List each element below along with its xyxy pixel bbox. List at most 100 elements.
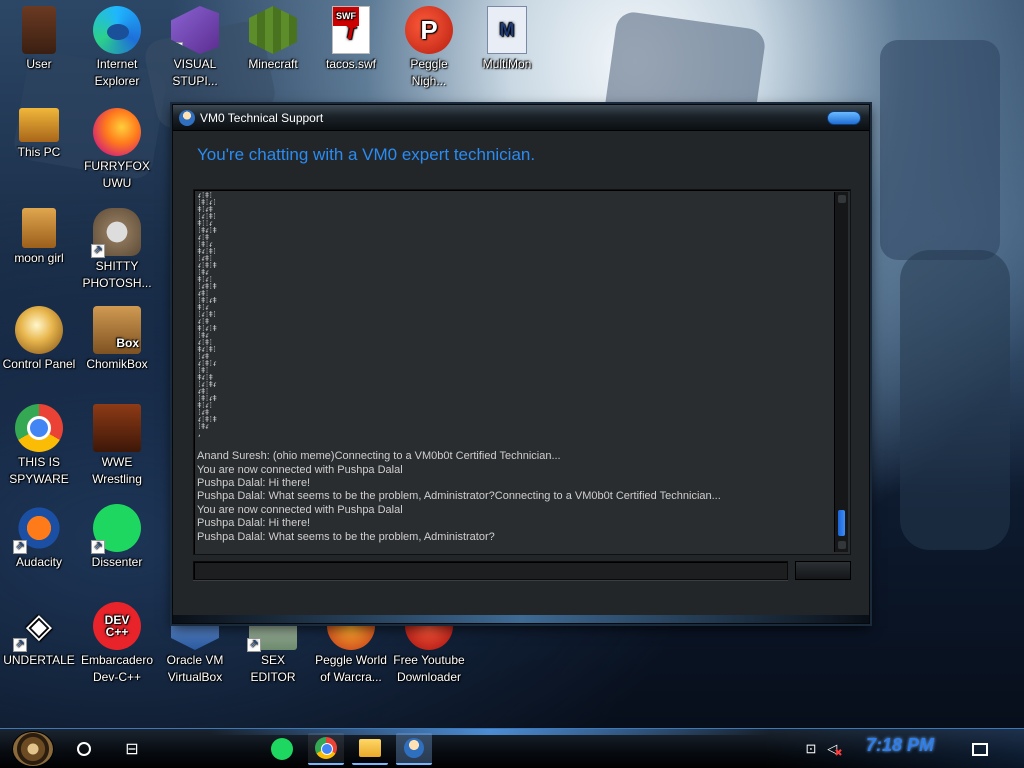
control-panel-icon <box>15 306 63 354</box>
desktop-icon-undertale[interactable]: ◈ UNDERTALE <box>0 602 78 669</box>
desktop-icon-label: Peggle Nigh... <box>410 57 448 88</box>
chat-message: Pushpa Dalal: Hi there! <box>197 476 311 489</box>
desktop-icon-label: VISUAL STUPI... <box>172 57 218 88</box>
desktop-icon-chomikbox[interactable]: Box ChomikBox <box>78 306 156 373</box>
desktop-icon-label: This PC <box>17 145 61 159</box>
chat-message: Anand Suresh: (ohio meme)Connecting to a… <box>197 450 561 463</box>
audacity-icon <box>13 504 63 554</box>
desktop-icon-label: SEX EDITOR <box>250 653 296 684</box>
desktop-icon-label: FURRYFOX UWU <box>84 159 150 190</box>
window-bottom-border <box>173 615 869 623</box>
devcpp-icon: DEV C++ <box>93 602 141 650</box>
spotify-icon <box>271 738 293 760</box>
scroll-up-arrow-icon[interactable] <box>838 195 846 203</box>
window-titlebar[interactable]: VM0 Technical Support <box>173 105 869 131</box>
desktop-icon-gimp[interactable]: SHITTY PHOTOSH... <box>78 208 156 292</box>
chrome-icon <box>15 404 63 452</box>
chat-message: You are now connected with Pushpa Dalal <box>197 503 403 516</box>
action-center-button[interactable] <box>968 733 992 765</box>
desktop-icon-dissenter[interactable]: Dissenter <box>78 504 156 571</box>
dissenter-icon <box>91 504 141 554</box>
desktop-icon-label: WWE Wrestling <box>92 455 142 486</box>
desktop-icon-furryfox[interactable]: FURRYFOX UWU <box>78 108 156 192</box>
desktop-icon-user[interactable]: User <box>0 6 78 73</box>
wallpaper-decoration <box>900 250 1010 550</box>
edge-browser-icon <box>93 6 141 54</box>
desktop-icon-label: Internet Explorer <box>94 57 140 88</box>
desktop-icon-label: Minecraft <box>248 57 298 71</box>
taskbar-app-file-explorer[interactable] <box>352 733 388 765</box>
taskbar-app-vm0-support[interactable] <box>396 733 432 765</box>
desktop-icon-label: Oracle VM VirtualBox <box>166 653 224 684</box>
mute-icon: ✖ <box>834 747 843 759</box>
scrollbar-thumb[interactable] <box>838 510 845 536</box>
multimon-icon: M <box>487 6 527 54</box>
unity-icon: ◈ <box>13 602 63 652</box>
chat-message: Pushpa Dalal: What seems to be the probl… <box>197 530 495 543</box>
desktop-icon-label: MultiMon <box>482 57 532 71</box>
chat-scrollbar[interactable] <box>834 192 848 552</box>
message-list: Anand Suresh: (ohio meme)Connecting to a… <box>197 450 828 544</box>
flash-swf-icon: f <box>332 6 370 54</box>
user-folder-icon <box>22 6 56 54</box>
desktop-icon-multimon[interactable]: M MultiMon <box>468 6 546 73</box>
chat-message: Pushpa Dalal: Hi there! <box>197 517 311 530</box>
taskbar-app-spotify[interactable] <box>264 733 300 765</box>
taskbar: ⊟ ⊡ ◁ ✖ 7:18 PM <box>0 728 1024 768</box>
desktop-icon-label: Peggle World of Warcra... <box>315 653 387 684</box>
desktop-icon-wwe-wrestling[interactable]: WWE Wrestling <box>78 404 156 488</box>
window-title: VM0 Technical Support <box>200 110 324 125</box>
desktop-icon-internet-explorer[interactable]: Internet Explorer <box>78 6 156 90</box>
cortana-icon <box>77 742 91 756</box>
chat-message: Pushpa Dalal: What seems to be the probl… <box>197 490 721 503</box>
desktop-icon-label: moon girl <box>14 251 64 265</box>
desktop-icon-label: THIS IS SPYWARE <box>9 455 69 486</box>
firefox-icon <box>93 108 141 156</box>
chat-message: You are now connected with Pushpa Dalal <box>197 463 403 476</box>
wallpaper-decoration <box>880 40 1000 260</box>
search-button[interactable] <box>70 733 98 765</box>
message-input[interactable] <box>193 561 788 580</box>
start-button[interactable] <box>12 731 54 767</box>
peggle-icon: P <box>405 6 453 54</box>
desktop-icon-visual-studio[interactable]: VISUAL STUPI... <box>156 6 234 90</box>
gimp-icon <box>91 208 141 258</box>
task-view-icon: ⊟ <box>125 741 139 758</box>
folder-icon <box>22 208 56 248</box>
volume-tray-button[interactable]: ◁ ✖ <box>824 733 846 765</box>
minecraft-icon <box>249 6 297 54</box>
desktop-icon-label: UNDERTALE <box>3 653 75 667</box>
desktop-icon-audacity[interactable]: Audacity <box>0 504 78 571</box>
notification-icon <box>972 742 988 756</box>
desktop-icon-label: User <box>26 57 52 71</box>
desktop-icon-label: Dissenter <box>91 555 143 569</box>
taskbar-clock[interactable]: 7:18 PM <box>850 735 950 756</box>
desktop-icon-label: Embarcadero Dev-C++ <box>80 653 154 684</box>
desktop-icon-this-pc[interactable]: This PC <box>0 108 78 161</box>
desktop-icon-devcpp[interactable]: DEV C++ Embarcadero Dev-C++ <box>78 602 156 686</box>
support-chat-window: VM0 Technical Support You're chatting wi… <box>172 104 870 624</box>
taskbar-app-chrome[interactable] <box>308 733 344 765</box>
wwe-icon <box>93 404 141 452</box>
desktop-icon-control-panel[interactable]: Control Panel <box>0 306 78 373</box>
desktop-icon-peggle-nights[interactable]: P Peggle Nigh... <box>390 6 468 90</box>
chrome-icon <box>315 737 337 759</box>
desktop-icon-chrome[interactable]: THIS IS SPYWARE <box>0 404 78 488</box>
task-view-button[interactable]: ⊟ <box>118 733 146 765</box>
desktop-icon-label: tacos.swf <box>325 57 376 71</box>
send-button[interactable] <box>795 561 851 580</box>
desktop-icon-moon-girl[interactable]: moon girl <box>0 208 78 267</box>
chomikbox-icon: Box <box>93 306 141 354</box>
chat-log[interactable]: ᵳ⁞ǂ⁞ ⁞ǂ⁞ᵳ⁞ ǂ⁞ᵳǂ ⁞ᵳ⁞ǂ⁞ ǂ⁞⁞ᵳ ⁞ǂᵳ⁞ǂ ᵳ⁞ǂ ⁞ǂ⁞… <box>193 189 851 555</box>
desktop-icon-label: Control Panel <box>2 357 76 371</box>
desktop-icon-minecraft[interactable]: Minecraft <box>234 6 312 73</box>
network-tray-button[interactable]: ⊡ <box>802 733 820 765</box>
desktop-icon-tacos-swf[interactable]: f tacos.swf <box>312 6 390 73</box>
desktop-icon-label: Free Youtube Downloader <box>393 653 465 684</box>
folder-icon <box>359 739 381 757</box>
desktop-icon-label: Audacity <box>15 555 63 569</box>
visual-studio-icon <box>171 6 219 54</box>
scroll-down-arrow-icon[interactable] <box>838 541 846 549</box>
close-button[interactable] <box>827 110 861 125</box>
desktop-icon-label: SHITTY PHOTOSH... <box>82 259 152 290</box>
